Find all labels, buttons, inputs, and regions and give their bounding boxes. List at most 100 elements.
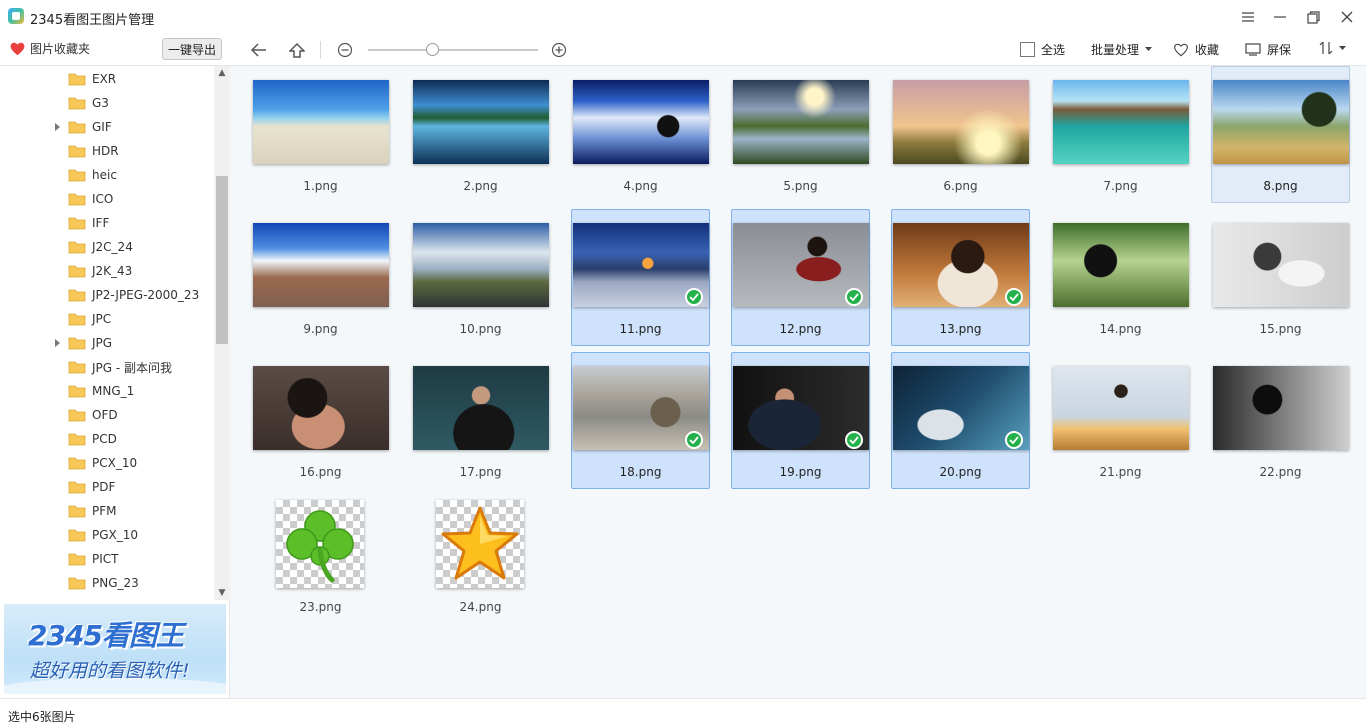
banner-brand: 2345看图王 <box>28 619 184 652</box>
screensaver-label: 屏保 <box>1267 43 1292 57</box>
scroll-thumb[interactable] <box>216 176 228 344</box>
checkmark-icon[interactable] <box>1005 288 1023 306</box>
folder-item[interactable]: GIF <box>55 115 112 139</box>
thumbnail-item[interactable]: 15.png <box>1211 209 1350 346</box>
thumbnail-item[interactable]: 5.png <box>731 66 870 203</box>
collect-button[interactable]: 收藏 <box>1173 41 1219 58</box>
folder-label: GIF <box>92 120 112 134</box>
thumbnail-image <box>253 223 389 307</box>
thumbnail-item[interactable]: 20.png <box>891 352 1030 489</box>
thumbnail-item[interactable]: 9.png <box>251 209 390 346</box>
folder-label: MNG_1 <box>92 384 135 398</box>
folder-item[interactable]: MNG_1 <box>56 379 134 403</box>
folder-item[interactable]: PCX_10 <box>56 451 137 475</box>
zoom-in-icon[interactable] <box>547 38 571 62</box>
minimize-icon[interactable] <box>1263 0 1297 34</box>
folder-item[interactable]: PNG_23 <box>56 571 139 595</box>
folder-item[interactable]: OFD <box>56 403 118 427</box>
thumbnail-item[interactable]: 21.png <box>1051 352 1190 489</box>
thumbnail-item[interactable]: 16.png <box>251 352 390 489</box>
checkmark-icon[interactable] <box>685 288 703 306</box>
folder-item[interactable]: JPG - 副本问我 <box>56 355 172 379</box>
folder-label: OFD <box>92 408 118 422</box>
chevron-down-icon <box>1145 47 1153 51</box>
sidebar-scrollbar[interactable]: ▲ ▼ <box>214 66 230 600</box>
folder-item[interactable]: EXR <box>56 67 116 91</box>
scroll-up-icon[interactable]: ▲ <box>214 66 230 80</box>
thumbnail-item[interactable]: 11.png <box>571 209 710 346</box>
folder-item[interactable]: G3 <box>56 91 109 115</box>
folder-icon <box>68 264 86 278</box>
screensaver-button[interactable]: 屏保 <box>1245 41 1291 58</box>
folder-item[interactable]: IFF <box>56 211 109 235</box>
menu-icon[interactable] <box>1231 0 1265 34</box>
thumbnail-item[interactable]: 1.png <box>251 66 390 203</box>
title-bar: 2345看图王图片管理 <box>0 0 1366 34</box>
checkmark-icon[interactable] <box>845 431 863 449</box>
thumbnail-item[interactable]: 4.png <box>571 66 710 203</box>
thumbnail-item[interactable]: 10.png <box>411 209 550 346</box>
close-icon[interactable] <box>1330 0 1364 34</box>
thumbnail-image <box>733 80 869 164</box>
thumbnail-item[interactable]: 22.png <box>1211 352 1350 489</box>
thumbnail-item[interactable]: 24.png <box>411 495 550 632</box>
checkmark-icon[interactable] <box>685 431 703 449</box>
select-all-checkbox[interactable] <box>1020 42 1035 57</box>
folder-label: EXR <box>92 72 117 86</box>
thumbnail-item[interactable]: 7.png <box>1051 66 1190 203</box>
folder-item[interactable]: HDR <box>56 139 119 163</box>
zoom-slider-track[interactable] <box>368 49 538 51</box>
select-all-toggle[interactable]: 全选 <box>1020 41 1065 58</box>
folder-item[interactable]: JP2-JPEG-2000_23 <box>56 283 199 307</box>
heart-outline-icon <box>1174 43 1188 56</box>
checkmark-icon[interactable] <box>845 288 863 306</box>
favorites-folder[interactable]: 图片收藏夹 <box>10 40 90 57</box>
folder-label: JPC <box>92 312 112 326</box>
thumbnail-item[interactable]: 8.png <box>1211 66 1350 203</box>
zoom-out-icon[interactable] <box>333 38 357 62</box>
thumbnail-item[interactable]: 2.png <box>411 66 550 203</box>
zoom-slider-thumb[interactable] <box>426 43 439 56</box>
restore-icon[interactable] <box>1296 0 1330 34</box>
folder-item[interactable]: heic <box>56 163 117 187</box>
thumbnail-item[interactable]: 6.png <box>891 66 1030 203</box>
folder-item[interactable]: PCD <box>56 427 117 451</box>
folder-icon <box>68 336 86 350</box>
promo-banner[interactable]: 2345看图王 超好用的看图软件! <box>4 604 226 694</box>
thumbnail-item[interactable]: 13.png <box>891 209 1030 346</box>
checkmark-icon[interactable] <box>1005 431 1023 449</box>
up-folder-icon[interactable] <box>285 38 309 62</box>
sort-menu[interactable] <box>1319 41 1346 55</box>
scroll-down-icon[interactable]: ▼ <box>214 586 230 600</box>
folder-item[interactable]: JPG <box>55 331 112 355</box>
thumbnail-image <box>1053 223 1189 307</box>
file-name: 20.png <box>939 465 982 479</box>
thumbnail-item[interactable]: 14.png <box>1051 209 1190 346</box>
folder-item[interactable]: PICT <box>56 547 118 571</box>
thumbnail-item[interactable]: 19.png <box>731 352 870 489</box>
expand-arrow-icon[interactable] <box>55 123 60 131</box>
thumbnail-item[interactable]: 18.png <box>571 352 710 489</box>
folder-item[interactable]: ICO <box>56 187 113 211</box>
heart-icon <box>10 42 25 55</box>
folder-item[interactable]: PFM <box>56 499 117 523</box>
thumbnail-item[interactable]: 23.png <box>251 495 390 632</box>
folder-item[interactable]: J2K_43 <box>56 259 132 283</box>
thumbnail-item[interactable]: 17.png <box>411 352 550 489</box>
folder-icon <box>68 408 86 422</box>
folder-item[interactable]: J2C_24 <box>56 235 133 259</box>
thumbnail-image <box>1213 223 1349 307</box>
folder-label: PNG_23 <box>92 576 139 590</box>
folder-item[interactable]: JPC <box>56 307 111 331</box>
file-name: 5.png <box>783 179 818 193</box>
expand-arrow-icon[interactable] <box>55 339 60 347</box>
app-logo-icon <box>8 8 24 24</box>
thumbnail-item[interactable]: 12.png <box>731 209 870 346</box>
selection-count: 选中6张图片 <box>8 710 76 724</box>
folder-item[interactable]: PGX_10 <box>56 523 138 547</box>
thumbnail-image <box>253 80 389 164</box>
export-button[interactable]: 一键导出 <box>162 38 222 60</box>
back-icon[interactable] <box>247 38 271 62</box>
folder-item[interactable]: PDF <box>56 475 115 499</box>
batch-process-menu[interactable]: 批量处理 <box>1091 41 1153 58</box>
